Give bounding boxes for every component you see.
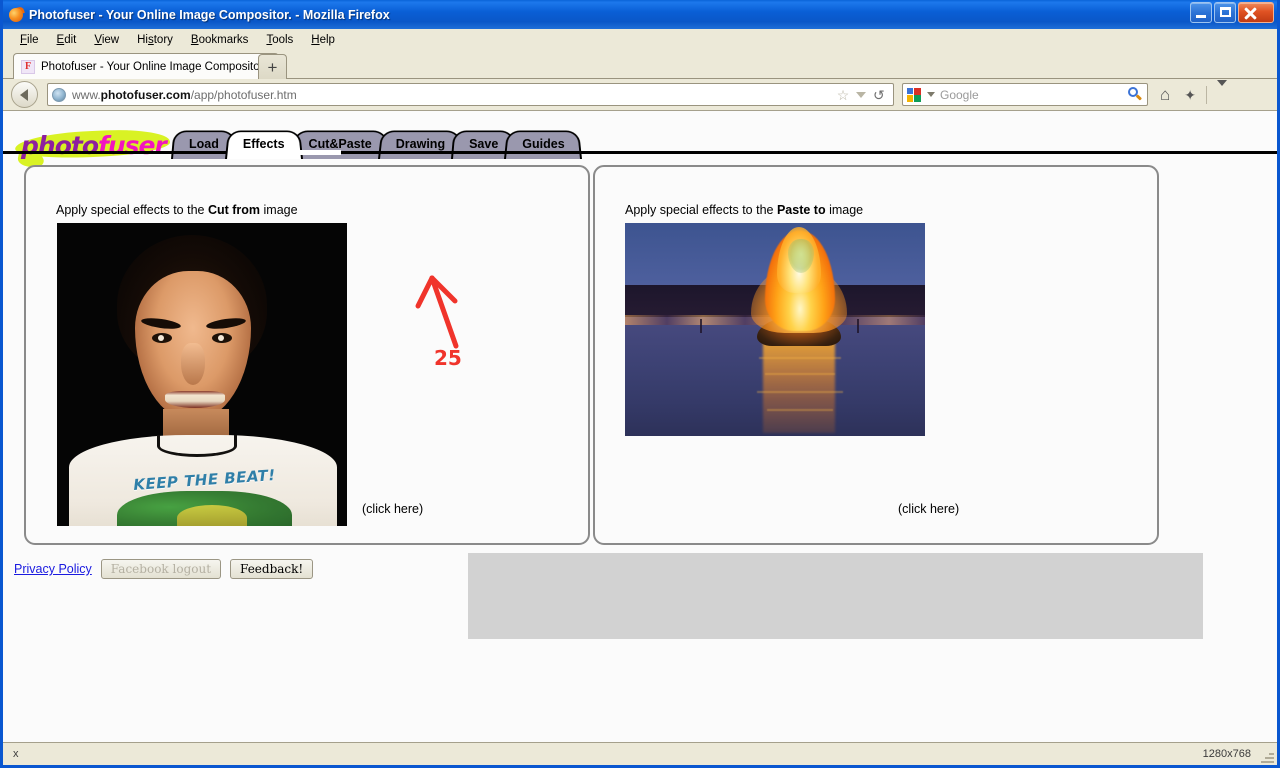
photofuser-logo[interactable]: photofuser — [14, 125, 175, 170]
status-bar: x 1280x768 — [3, 742, 1277, 765]
menu-tools[interactable]: Tools — [257, 32, 302, 48]
search-engine-chevron-icon[interactable] — [927, 92, 935, 97]
cut-from-image[interactable]: KEEP THE BEAT! — [57, 223, 347, 526]
menu-bar: File Edit View History Bookmarks Tools H… — [3, 29, 1277, 50]
search-input[interactable]: Google — [940, 88, 979, 102]
back-button[interactable] — [11, 81, 38, 108]
menu-bookmarks[interactable]: Bookmarks — [182, 32, 258, 48]
url-text: www.photofuser.com/app/photofuser.htm — [72, 87, 297, 102]
privacy-policy-link[interactable]: Privacy Policy — [14, 562, 92, 576]
maximize-button[interactable] — [1214, 2, 1236, 23]
toolbar-overflow-button[interactable] — [1206, 79, 1228, 104]
ad-placeholder — [468, 553, 1203, 639]
window-title: Photofuser - Your Online Image Composito… — [29, 7, 390, 22]
navigation-toolbar: www.photofuser.com/app/photofuser.htm ☆ … — [3, 79, 1277, 111]
panel-left-caption: Apply special effects to the Cut from im… — [56, 203, 298, 217]
chevron-down-icon[interactable] — [856, 91, 867, 98]
browser-window: Photofuser - Your Online Image Composito… — [0, 0, 1280, 768]
facebook-logout-button[interactable]: Facebook logout — [100, 559, 222, 579]
arrow-svg — [415, 275, 459, 349]
new-tab-button[interactable]: + — [258, 54, 287, 79]
menu-edit[interactable]: Edit — [48, 32, 86, 48]
paste-to-click-here[interactable]: (click here) — [898, 502, 959, 516]
back-arrow-icon — [19, 88, 28, 101]
favicon-icon: F — [21, 59, 35, 74]
search-bar[interactable]: Google — [902, 83, 1148, 106]
firefox-icon — [8, 5, 25, 23]
panel-right-caption: Apply special effects to the Paste to im… — [625, 203, 864, 217]
addon-icon[interactable]: ✦ — [1184, 88, 1196, 102]
page-content: photofuser Load Effects Cut&Paste Drawin… — [3, 111, 1277, 742]
url-bar[interactable]: www.photofuser.com/app/photofuser.htm ☆ … — [47, 83, 894, 106]
title-bar: Photofuser - Your Online Image Composito… — [3, 0, 1277, 29]
status-left-text: x — [13, 748, 19, 760]
window-controls — [1190, 2, 1274, 23]
close-button[interactable] — [1238, 2, 1274, 23]
chevron-down-icon — [1217, 79, 1228, 103]
panel-left-caption-bold: Cut from — [207, 203, 261, 217]
window-resizer[interactable] — [1260, 749, 1274, 763]
tab-guides[interactable]: Guides — [504, 128, 583, 159]
menu-history[interactable]: History — [128, 32, 182, 48]
minimize-button[interactable] — [1190, 2, 1212, 23]
panel-right-caption-bold: Paste to — [776, 203, 826, 217]
google-icon — [907, 87, 922, 102]
annotation-number: 25 — [434, 346, 462, 370]
cut-from-click-here[interactable]: (click here) — [362, 502, 423, 516]
menu-view[interactable]: View — [85, 32, 128, 48]
status-right-text: 1280x768 — [1202, 748, 1251, 760]
menu-file[interactable]: File — [11, 32, 48, 48]
search-icon[interactable] — [1128, 87, 1143, 102]
browser-tab-title: Photofuser - Your Online Image Composito… — [41, 60, 267, 73]
home-icon[interactable]: ⌂ — [1160, 86, 1170, 103]
url-bar-actions: ☆ ↻ — [837, 87, 889, 103]
feedback-button[interactable]: Feedback! — [230, 559, 314, 579]
annotation-arrow: 25 — [408, 266, 518, 381]
app-tab-row: Load Effects Cut&Paste Drawing Save Guid… — [171, 121, 583, 159]
browser-tab-strip: F Photofuser - Your Online Image Composi… — [3, 50, 1277, 79]
menu-help[interactable]: Help — [302, 32, 344, 48]
tab-guides-label: Guides — [522, 136, 565, 151]
globe-icon — [52, 87, 66, 102]
paste-to-image[interactable] — [625, 223, 925, 436]
browser-tab-active[interactable]: F Photofuser - Your Online Image Composi… — [13, 53, 280, 79]
logo-text-photo: photo — [21, 131, 99, 160]
bookmark-star-icon[interactable]: ☆ — [837, 88, 850, 102]
reload-icon[interactable]: ↻ — [873, 87, 885, 103]
logo-text-fuser: fuser — [98, 131, 167, 160]
active-tab-notch — [286, 150, 341, 155]
panel-paste-to: Apply special effects to the Paste to im… — [593, 165, 1159, 545]
